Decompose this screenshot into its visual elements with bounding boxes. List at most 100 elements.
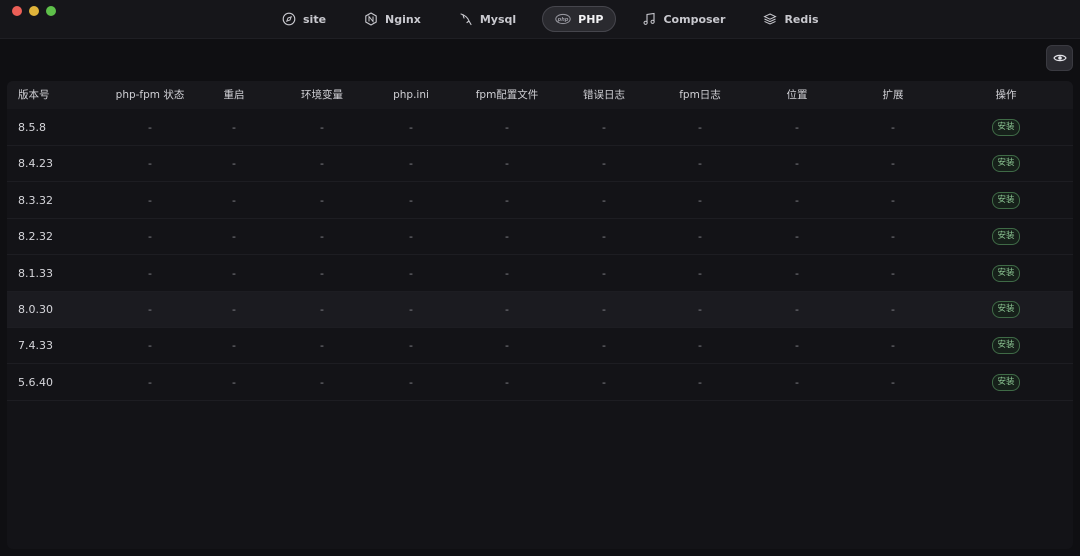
table-cell: - (891, 193, 895, 207)
table-cell: - (232, 193, 236, 207)
tab-redis[interactable]: Redis (751, 6, 830, 32)
install-button[interactable]: 安装 (992, 337, 1020, 355)
table-cell: - (698, 193, 702, 207)
php-versions-table: 版本号 php-fpm 状态 重启 环境变量 php.ini fpm配置文件 错… (7, 81, 1073, 549)
table-cell: - (232, 303, 236, 316)
table-cell: - (891, 303, 895, 316)
table-cell: - (602, 303, 606, 316)
tab-php[interactable]: php PHP (542, 6, 617, 32)
install-button[interactable]: 安装 (992, 264, 1020, 282)
maximize-window-button[interactable] (46, 6, 56, 16)
header-php-ini: php.ini (393, 89, 429, 101)
tab-mysql[interactable]: Mysql (447, 6, 528, 32)
tab-mysql-label: Mysql (479, 12, 517, 26)
table-cell: - (409, 230, 413, 244)
table-cell: - (795, 230, 799, 244)
table-cell: - (795, 157, 799, 171)
tab-site-label: site (303, 12, 327, 26)
tab-composer[interactable]: Composer (630, 6, 737, 32)
header-actions: 操作 (995, 89, 1017, 101)
table-cell: - (409, 303, 413, 316)
tab-nginx-label: Nginx (385, 12, 421, 26)
table-cell: - (148, 375, 152, 389)
table-cell: - (602, 121, 606, 134)
table-cell: - (320, 157, 324, 171)
header-fpm-config: fpm配置文件 (475, 89, 539, 101)
table-cell: - (148, 193, 152, 207)
table-cell: - (409, 339, 413, 353)
table-cell: - (320, 193, 324, 207)
table-cell: - (148, 121, 152, 134)
install-button[interactable]: 安装 (992, 155, 1020, 173)
tab-nginx[interactable]: Nginx (352, 6, 433, 32)
table-cell: - (232, 375, 236, 389)
header-fpm-status: php-fpm 状态 (115, 89, 185, 101)
table-cell: - (891, 375, 895, 389)
table-cell: - (891, 266, 895, 280)
php-icon: php (555, 13, 571, 25)
table-cell: - (505, 303, 509, 316)
table-cell: - (148, 303, 152, 316)
nginx-icon (365, 12, 377, 26)
table-cell: - (602, 266, 606, 280)
table-row: 8.0.30 - - - - - - - - - 安装 (7, 292, 1073, 328)
table-cell: - (409, 157, 413, 171)
app-window: site Nginx Mysql php PHP Composer Redis (0, 0, 1080, 556)
table-cell: - (698, 375, 702, 389)
table-cell: - (320, 230, 324, 244)
table-cell: - (602, 193, 606, 207)
table-cell: - (148, 339, 152, 353)
header-env-vars: 环境变量 (301, 89, 343, 101)
version-cell: 8.3.32 (18, 193, 53, 207)
tab-site[interactable]: site (270, 6, 338, 32)
table-cell: - (232, 230, 236, 244)
tab-composer-label: Composer (663, 12, 726, 26)
table-cell: - (795, 193, 799, 207)
table-cell: - (698, 339, 702, 353)
window-controls (12, 6, 56, 16)
header-error-log: 错误日志 (583, 89, 625, 101)
header-fpm-log: fpm日志 (679, 89, 721, 101)
table-cell: - (409, 266, 413, 280)
table-row: 7.4.33 - - - - - - - - - 安装 (7, 328, 1073, 365)
close-window-button[interactable] (12, 6, 22, 16)
version-cell: 5.6.40 (18, 375, 53, 389)
header-restart: 重启 (223, 89, 245, 101)
table-cell: - (795, 303, 799, 316)
table-cell: - (320, 339, 324, 353)
compass-icon (282, 12, 296, 26)
header-location: 位置 (786, 89, 808, 101)
table-cell: - (698, 157, 702, 171)
table-cell: - (232, 157, 236, 171)
table-cell: - (891, 121, 895, 134)
install-button[interactable]: 安装 (992, 301, 1020, 318)
svg-text:php: php (557, 17, 569, 23)
install-button[interactable]: 安装 (992, 373, 1020, 391)
table-cell: - (232, 121, 236, 134)
table-cell: - (602, 375, 606, 389)
install-button[interactable]: 安装 (992, 191, 1020, 209)
table-cell: - (148, 230, 152, 244)
table-cell: - (602, 230, 606, 244)
table-cell: - (320, 121, 324, 134)
layers-icon (763, 13, 778, 25)
table-cell: - (232, 266, 236, 280)
version-cell: 8.0.30 (18, 303, 53, 316)
table-cell: - (505, 230, 509, 244)
title-bar: site Nginx Mysql php PHP Composer Redis (0, 0, 1080, 39)
table-cell: - (602, 339, 606, 353)
table-cell: - (148, 157, 152, 171)
table-header: 版本号 php-fpm 状态 重启 环境变量 php.ini fpm配置文件 错… (7, 81, 1073, 109)
tab-redis-label: Redis (784, 12, 819, 26)
table-cell: - (891, 339, 895, 353)
table-cell: - (698, 230, 702, 244)
table-cell: - (795, 121, 799, 134)
table-cell: - (891, 157, 895, 171)
install-button[interactable]: 安装 (992, 228, 1020, 246)
table-cell: - (698, 303, 702, 316)
install-button[interactable]: 安装 (992, 119, 1020, 136)
version-cell: 8.1.33 (18, 266, 53, 280)
minimize-window-button[interactable] (29, 6, 39, 16)
toggle-visibility-button[interactable] (1046, 45, 1073, 71)
table-row: 8.1.33 - - - - - - - - - 安装 (7, 256, 1073, 292)
